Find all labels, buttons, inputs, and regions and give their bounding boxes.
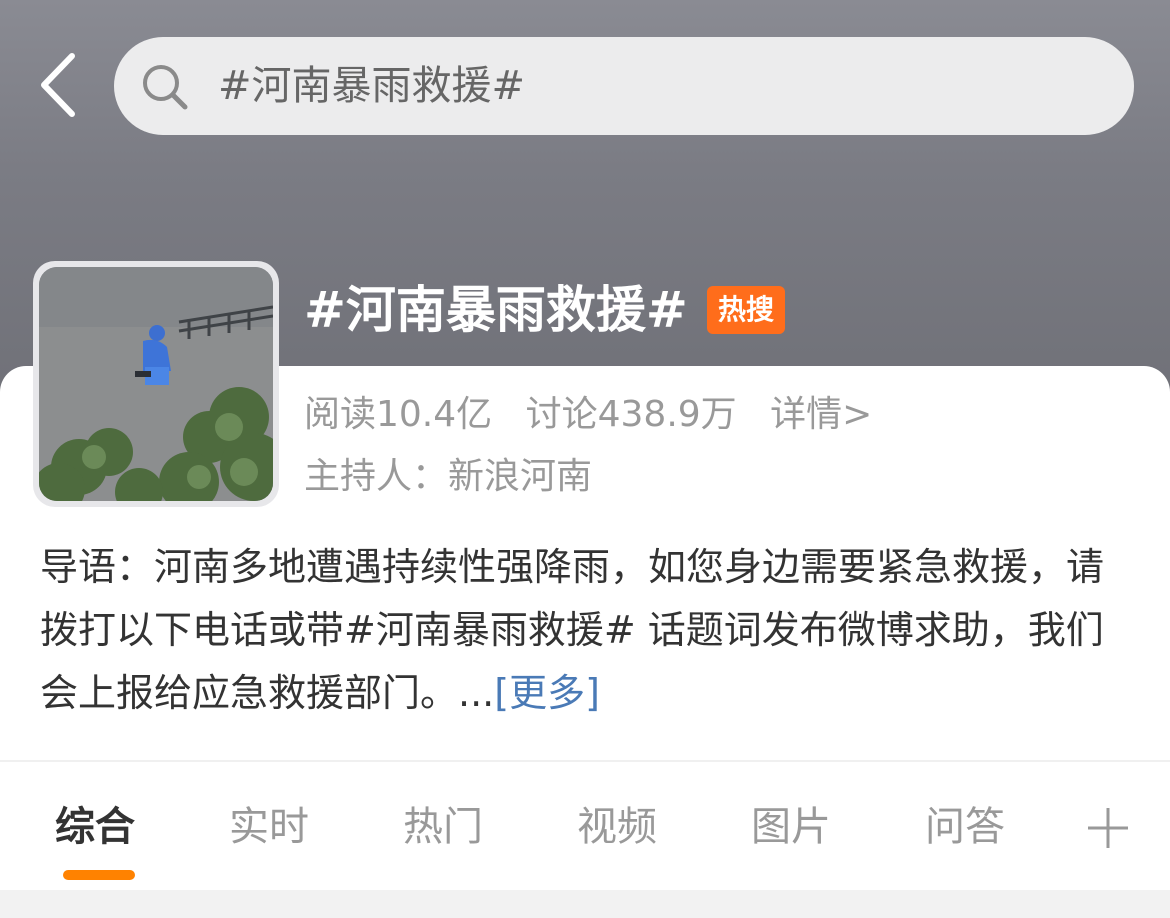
discussion-count: 讨论438.9万 (525, 394, 737, 435)
tab-bar: 综合 实时 热门 视频 图片 问答 (0, 790, 1170, 870)
topic-intro: 导语：河南多地遭遇持续性强降雨，如您身边需要紧急救援，请拨打以下电话或带#河南暴… (40, 536, 1130, 725)
active-tab-indicator (63, 870, 135, 880)
flood-scene-image (39, 267, 273, 501)
details-link[interactable]: 详情> (770, 394, 872, 435)
topic-thumbnail[interactable] (33, 261, 279, 507)
search-input[interactable]: #河南暴雨救援# (218, 60, 525, 112)
flood-scene-illustration (39, 267, 273, 501)
read-count: 阅读10.4亿 (304, 394, 493, 435)
tab-video[interactable]: 视频 (577, 790, 657, 864)
search-icon (143, 65, 188, 110)
topic-title: #河南暴雨救援# (304, 281, 688, 339)
tab-comprehensive[interactable]: 综合 (55, 790, 135, 864)
topic-stats: 阅读10.4亿 讨论438.9万 详情> (304, 392, 894, 438)
bottom-separator (0, 890, 1170, 918)
tab-pictures[interactable]: 图片 (751, 790, 831, 864)
topic-host: 主持人：新浪河南 (304, 456, 593, 497)
divider (0, 760, 1170, 762)
hot-search-badge: 热搜 (707, 286, 785, 334)
tab-realtime[interactable]: 实时 (229, 790, 309, 864)
tab-hot[interactable]: 热门 (403, 790, 483, 864)
more-link[interactable]: [更多] (494, 671, 600, 715)
plus-icon[interactable] (1086, 806, 1130, 850)
tab-qa[interactable]: 问答 (925, 790, 1005, 864)
chevron-left-icon (41, 53, 75, 117)
back-button[interactable] (30, 50, 86, 120)
